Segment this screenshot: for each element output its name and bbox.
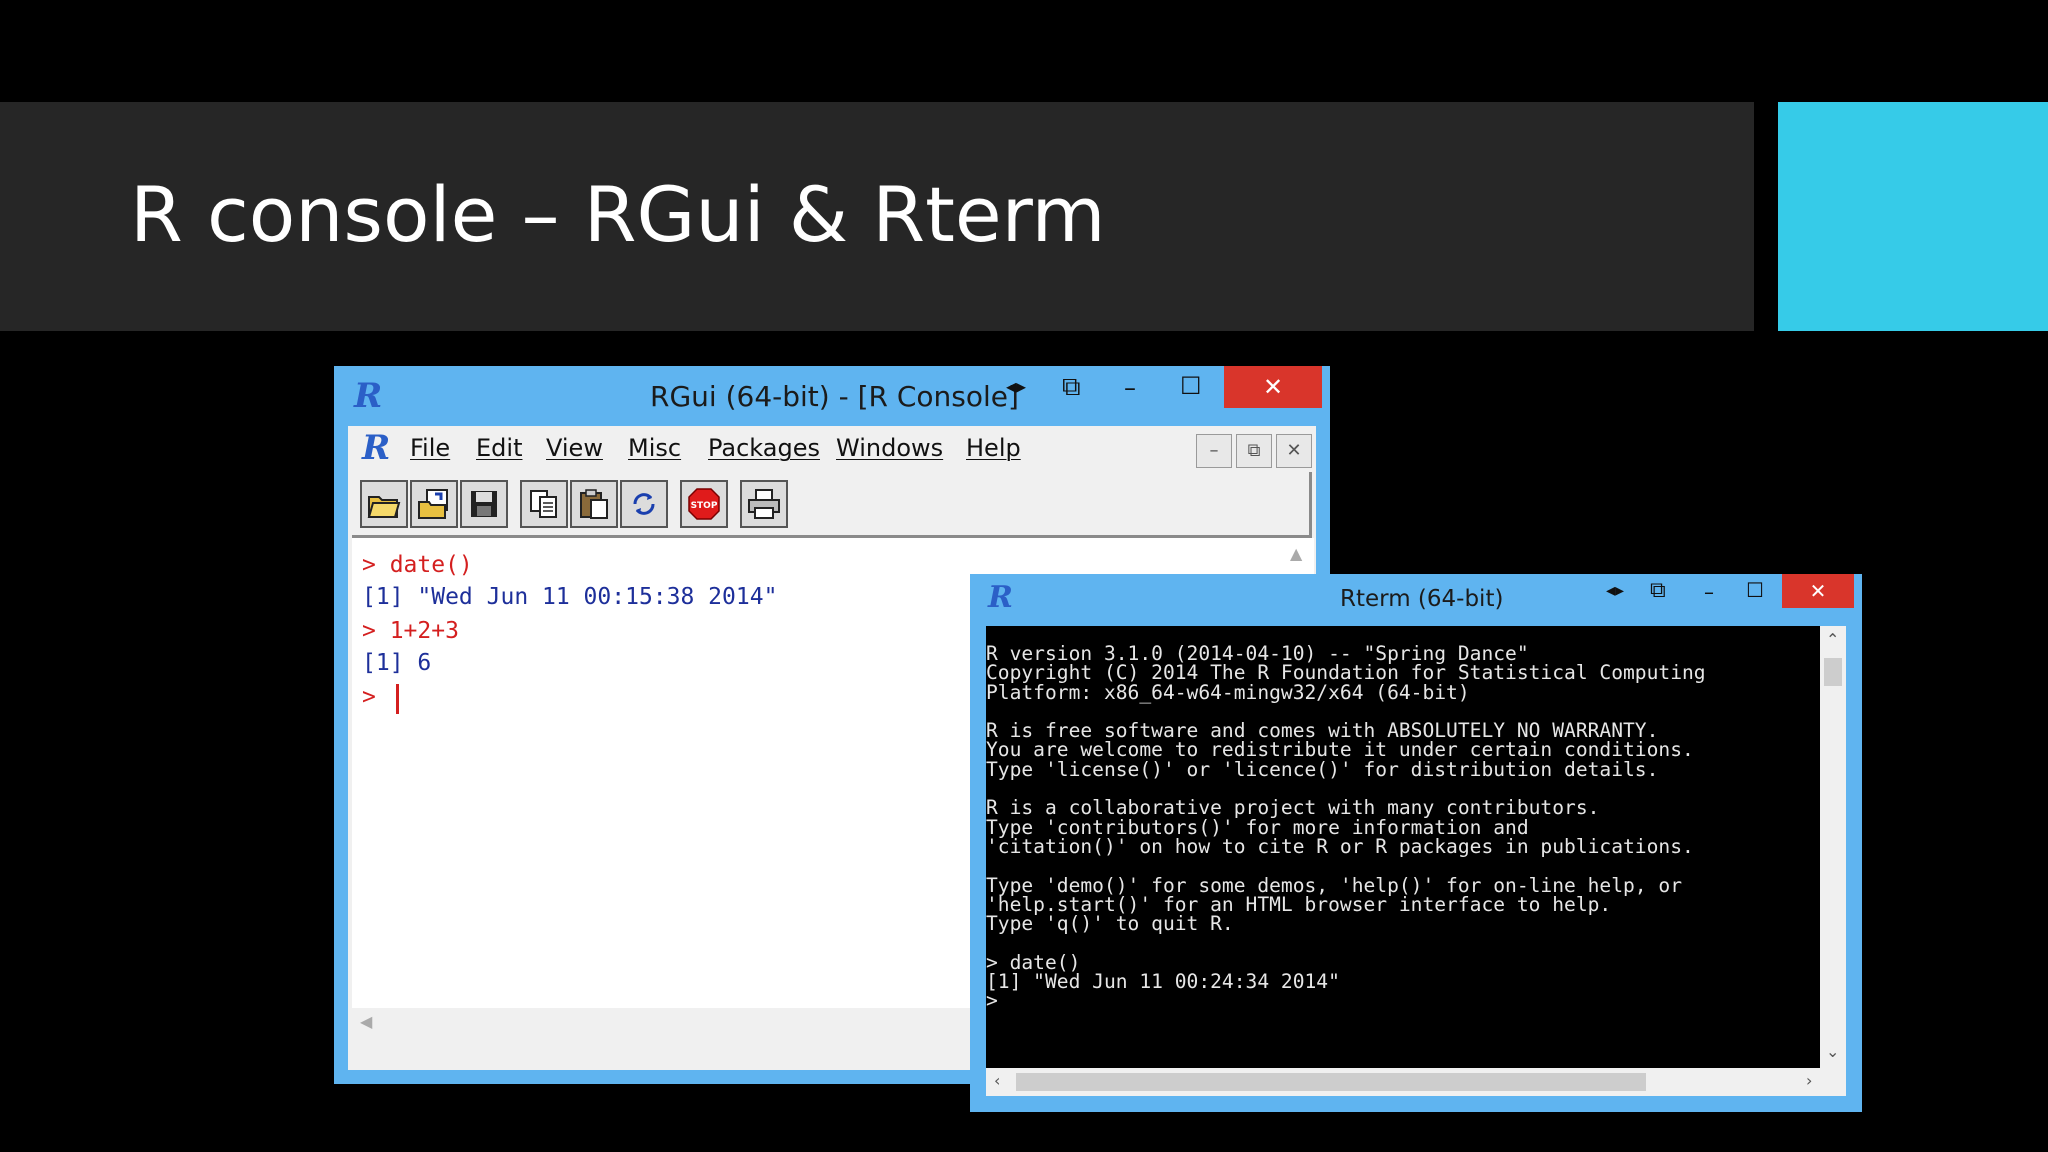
paste-icon [580, 489, 608, 519]
r-menu-logo-icon: R [362, 428, 391, 468]
terminal-line: 'citation()' on how to cite R or R packa… [986, 834, 1694, 858]
copy-button[interactable] [520, 480, 568, 528]
print-button[interactable] [740, 480, 788, 528]
copy-paste-button[interactable] [620, 480, 668, 528]
scroll-left-arrow-icon[interactable]: ◀ [360, 1012, 372, 1031]
menu-edit[interactable]: Edit [476, 434, 522, 462]
scroll-left-arrow-icon[interactable]: ‹ [994, 1071, 1000, 1090]
menu-packages[interactable]: Packages [708, 434, 820, 462]
console-line-command: > date() [362, 552, 473, 578]
close-button[interactable]: ✕ [1224, 366, 1322, 408]
terminal-line: Type 'license()' or 'licence()' for dist… [986, 757, 1659, 781]
child-restore-button[interactable]: ⧉ [1236, 434, 1272, 468]
console-prompt: > [362, 684, 390, 710]
text-cursor [396, 684, 399, 714]
terminal-output: R version 3.1.0 (2014-04-10) -- "Spring … [986, 644, 1706, 1011]
open-script-button[interactable] [360, 480, 408, 528]
vertical-scrollbar[interactable]: ⌃ ⌄ [1820, 626, 1846, 1068]
console-line-output: [1] "Wed Jun 11 00:15:38 2014" [362, 584, 778, 610]
r-logo-icon: R [988, 580, 1013, 615]
rterm-window: R Rterm (64-bit) ◂▸ ⧉ – ☐ ✕ R version 3.… [970, 574, 1862, 1112]
scroll-up-arrow-icon[interactable]: ⌃ [1826, 630, 1839, 649]
scroll-up-arrow-icon[interactable]: ▲ [1290, 544, 1302, 563]
menu-misc[interactable]: Misc [628, 434, 681, 462]
snap-icon[interactable]: ◂▸ [1006, 374, 1026, 398]
menu-bar: R File Edit View Misc Packages Windows H… [348, 426, 1316, 472]
console-line-output: [1] 6 [362, 650, 432, 676]
terminal-line: Type 'q()' to quit R. [986, 912, 1234, 936]
copy-icon [530, 490, 557, 518]
rterm-titlebar[interactable]: R Rterm (64-bit) ◂▸ ⧉ – ☐ ✕ [970, 574, 1862, 626]
child-close-button[interactable]: ✕ [1276, 434, 1312, 468]
print-icon [748, 489, 780, 519]
paste-button[interactable] [570, 480, 618, 528]
rterm-terminal[interactable]: R version 3.1.0 (2014-04-10) -- "Spring … [986, 626, 1820, 1068]
rgui-titlebar[interactable]: R RGui (64-bit) - [R Console] ◂▸ ⧉ – ☐ ✕ [334, 366, 1330, 426]
horizontal-scrollbar[interactable]: ‹ › [986, 1068, 1846, 1096]
restore-icon[interactable]: ⧉ [1062, 372, 1081, 403]
load-workspace-button[interactable] [410, 480, 458, 528]
menu-help[interactable]: Help [966, 434, 1021, 462]
terminal-line: Platform: x86_64-w64-mingw32/x64 (64-bit… [986, 680, 1470, 704]
menu-view[interactable]: View [546, 434, 603, 462]
save-icon [471, 491, 497, 517]
scroll-thumb[interactable] [1016, 1073, 1646, 1091]
minimize-button[interactable]: – [1704, 580, 1714, 604]
rgui-window-title: RGui (64-bit) - [R Console] [650, 380, 1019, 413]
snap-icon[interactable]: ◂▸ [1606, 580, 1624, 601]
copy-paste-icon [633, 493, 655, 515]
accent-block [1778, 102, 2048, 331]
menu-file[interactable]: File [410, 434, 450, 462]
scroll-right-arrow-icon[interactable]: › [1806, 1071, 1812, 1090]
save-workspace-button[interactable] [460, 480, 508, 528]
rterm-window-title: Rterm (64-bit) [1340, 586, 1504, 612]
scroll-thumb[interactable] [1824, 658, 1842, 686]
maximize-button[interactable]: ☐ [1180, 372, 1202, 400]
terminal-line: [1] "Wed Jun 11 00:24:34 2014" [986, 970, 1340, 994]
slide-title: R console – RGui & Rterm [130, 170, 1106, 259]
load-workspace-icon [418, 489, 448, 519]
terminal-line: > [986, 989, 998, 1013]
close-button[interactable]: ✕ [1782, 574, 1854, 608]
restore-icon[interactable]: ⧉ [1650, 578, 1666, 603]
open-script-icon [367, 496, 401, 518]
toolbar: STOP [352, 472, 1312, 538]
maximize-button[interactable]: ☐ [1746, 578, 1764, 602]
scroll-down-arrow-icon[interactable]: ⌄ [1826, 1042, 1839, 1061]
r-logo-icon: R [354, 376, 383, 416]
stop-icon: STOP [688, 488, 720, 520]
child-minimize-button[interactable]: – [1196, 434, 1232, 468]
stop-button[interactable]: STOP [680, 480, 728, 528]
minimize-button[interactable]: – [1124, 374, 1136, 402]
stop-label: STOP [691, 501, 718, 511]
menu-windows[interactable]: Windows [836, 434, 943, 462]
console-line-command: > 1+2+3 [362, 618, 459, 644]
